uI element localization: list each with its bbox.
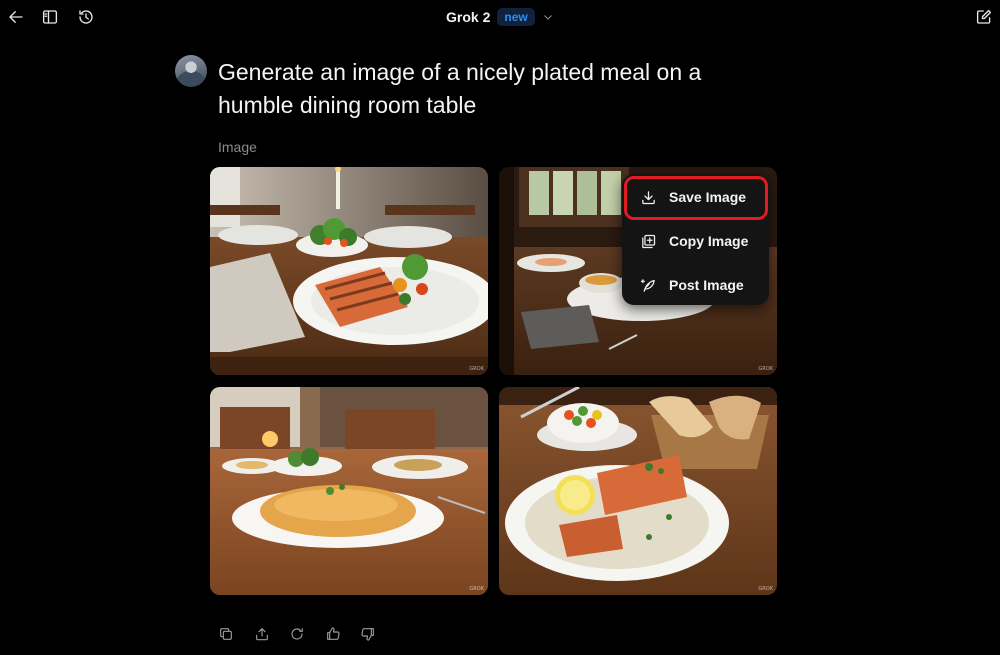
new-chat-icon[interactable]	[973, 6, 995, 28]
image-context-menu: Save Image Copy Image Post Image	[622, 174, 769, 305]
copy-image-label: Copy Image	[669, 233, 749, 249]
generated-image-4[interactable]: GROK	[499, 387, 777, 595]
salmon-bread-image	[499, 387, 777, 595]
image-section-label: Image	[218, 139, 257, 155]
back-arrow-icon[interactable]	[5, 6, 27, 28]
salmon-salad-image	[210, 167, 488, 375]
chevron-down-icon	[543, 15, 552, 20]
copy-image-icon	[642, 234, 656, 248]
watermark: GROK	[758, 586, 773, 592]
risotto-image	[210, 387, 488, 595]
watermark: GROK	[469, 366, 484, 372]
post-image-menu-item[interactable]: Post Image	[622, 265, 769, 305]
user-avatar[interactable]	[175, 55, 207, 87]
share-icon[interactable]	[252, 624, 272, 644]
watermark: GROK	[758, 366, 773, 372]
thumbs-up-icon[interactable]	[323, 624, 343, 644]
top-bar: Grok 2 new	[0, 0, 1000, 36]
save-image-menu-item[interactable]: Save Image	[622, 177, 769, 217]
post-icon	[640, 278, 655, 292]
watermark: GROK	[469, 586, 484, 592]
post-image-label: Post Image	[669, 277, 744, 293]
model-name: Grok 2	[446, 9, 491, 25]
save-image-label: Save Image	[669, 189, 747, 205]
user-prompt: Generate an image of a nicely plated mea…	[218, 59, 702, 118]
regenerate-icon[interactable]	[287, 624, 307, 644]
model-selector[interactable]: Grok 2 new	[446, 8, 554, 26]
thumbs-down-icon[interactable]	[358, 624, 378, 644]
copy-image-menu-item[interactable]: Copy Image	[622, 221, 769, 261]
generated-image-1[interactable]: GROK	[210, 167, 488, 375]
sidebar-toggle-icon[interactable]	[39, 6, 61, 28]
copy-icon[interactable]	[216, 624, 236, 644]
download-icon	[642, 190, 655, 204]
history-icon[interactable]	[75, 6, 97, 28]
new-badge: new	[497, 8, 535, 26]
generated-image-3[interactable]: GROK	[210, 387, 488, 595]
